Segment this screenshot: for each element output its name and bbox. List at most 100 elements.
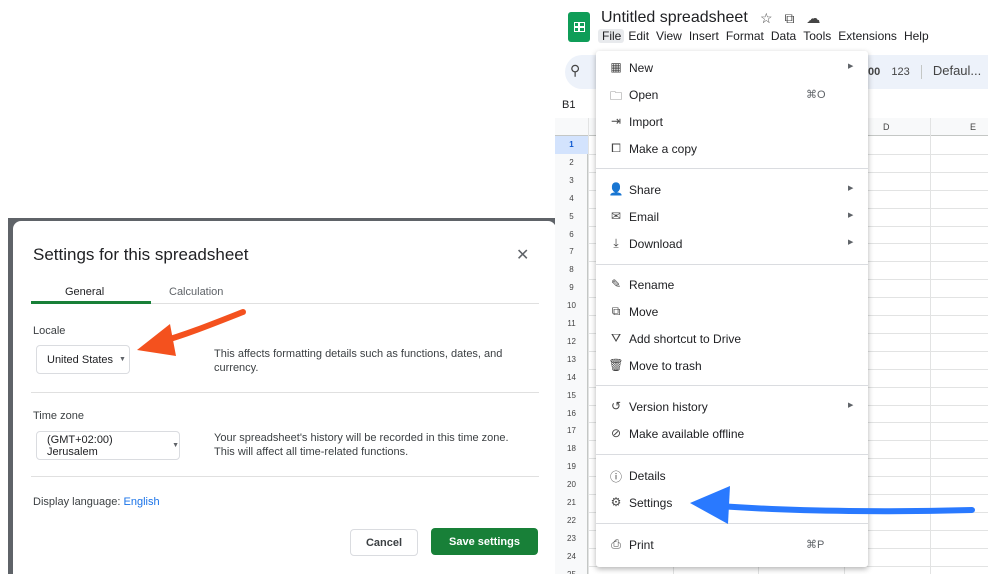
timezone-hint: Your spreadsheet's history will be recor… <box>214 432 509 458</box>
menu-item-email[interactable]: ✉ Email ▶ <box>596 203 868 229</box>
menu-item-move-to-trash[interactable]: 🗑 Move to trash <box>596 352 868 378</box>
sheets-logo[interactable] <box>568 12 590 42</box>
row-header[interactable]: 14 <box>555 369 588 387</box>
menu-insert[interactable]: Insert <box>685 29 722 43</box>
row-header[interactable]: 2 <box>555 154 588 172</box>
row-header[interactable]: 6 <box>555 226 588 244</box>
title-icons: ☆ ⧉ ☁ <box>760 10 828 27</box>
timezone-select[interactable]: (GMT+02:00) Jerusalem ▼ <box>36 431 180 460</box>
search-icon[interactable]: ⚲ <box>570 62 580 79</box>
caret-down-icon: ▼ <box>172 442 179 449</box>
menu-extensions[interactable]: Extensions <box>834 29 900 43</box>
menu-item-download[interactable]: ⤓ Download ▶ <box>596 230 868 256</box>
row-header[interactable]: 15 <box>555 387 588 405</box>
number-format-button[interactable]: 123 <box>891 66 909 78</box>
row-header[interactable]: 11 <box>555 315 588 333</box>
row-header[interactable]: 4 <box>555 190 588 208</box>
row-header[interactable]: 7 <box>555 243 588 261</box>
menu-item-label: Make available offline <box>629 427 745 441</box>
row-header[interactable]: 22 <box>555 512 588 530</box>
menu-tools[interactable]: Tools <box>799 29 834 43</box>
close-icon[interactable]: ✕ <box>516 245 529 265</box>
menu-item-make-offline[interactable]: ⊘ Make available offline <box>596 420 868 446</box>
row-header[interactable]: 18 <box>555 440 588 458</box>
menu-bar: File Edit View Insert Format Data Tools Extensi… <box>598 29 932 47</box>
document-title[interactable]: Untitled spreadsheet <box>601 9 748 27</box>
tab-general[interactable]: General <box>65 286 104 298</box>
column-header-d[interactable]: D <box>883 122 890 132</box>
menu-edit[interactable]: Edit <box>624 29 652 43</box>
menu-divider <box>596 385 868 386</box>
row-header[interactable]: 9 <box>555 279 588 297</box>
menu-item-label: Add shortcut to Drive <box>629 332 742 346</box>
menu-item-label: Download <box>629 237 683 251</box>
submenu-arrow-icon: ▶ <box>848 185 854 192</box>
row-header[interactable]: 1 <box>555 136 588 154</box>
history-icon: ↺ <box>610 399 622 413</box>
menu-item-print[interactable]: ⎙ Print ⌘P <box>596 531 868 557</box>
menu-data[interactable]: Data <box>767 29 799 43</box>
row-header[interactable]: 19 <box>555 458 588 476</box>
menu-divider <box>596 454 868 455</box>
row-header[interactable]: 10 <box>555 297 588 315</box>
menu-item-label: Rename <box>629 278 675 292</box>
email-icon: ✉ <box>610 209 622 223</box>
menu-item-new[interactable]: ▦ New ▶ <box>596 54 868 80</box>
cloud-status-icon[interactable]: ☁ <box>806 10 820 26</box>
cancel-button[interactable]: Cancel <box>350 529 418 556</box>
star-icon[interactable]: ☆ <box>760 10 773 26</box>
menu-divider <box>596 523 868 524</box>
menu-item-rename[interactable]: ✎ Rename <box>596 271 868 297</box>
caret-down-icon: ▼ <box>119 356 126 363</box>
menu-item-share[interactable]: 👤 Share ▶ <box>596 176 868 202</box>
tab-calculation[interactable]: Calculation <box>169 286 223 298</box>
row-header[interactable]: 8 <box>555 261 588 279</box>
row-header-bar: 1234567891011121314151617181920212223242… <box>555 136 588 574</box>
settings-dialog: Settings for this spreadsheet ✕ General … <box>13 221 556 574</box>
menu-item-open[interactable]: 🗀 Open ⌘O <box>596 81 868 107</box>
locale-label: Locale <box>33 325 66 337</box>
menu-file[interactable]: File <box>598 29 625 43</box>
download-icon: ⤓ <box>613 236 619 250</box>
timezone-label: Time zone <box>33 410 84 422</box>
menu-divider <box>596 168 868 169</box>
menu-format[interactable]: Format <box>722 29 767 43</box>
menu-divider <box>596 264 868 265</box>
row-header[interactable]: 25 <box>555 566 588 574</box>
menu-item-make-copy[interactable]: ⧠ Make a copy <box>596 135 868 161</box>
save-settings-button[interactable]: Save settings <box>431 528 538 555</box>
menu-item-label: Print <box>629 538 654 552</box>
menu-item-move[interactable]: ⧉ Move <box>596 298 868 324</box>
row-header[interactable]: 24 <box>555 548 588 566</box>
row-header[interactable]: 12 <box>555 333 588 351</box>
share-icon: 👤 <box>608 182 624 196</box>
row-header[interactable]: 16 <box>555 405 588 423</box>
menu-item-add-shortcut[interactable]: ⛛ Add shortcut to Drive <box>596 325 868 351</box>
row-header[interactable]: 5 <box>555 208 588 226</box>
display-language-link[interactable]: English <box>124 496 160 508</box>
row-header[interactable]: 13 <box>555 351 588 369</box>
import-icon: ⇥ <box>610 114 622 128</box>
shortcut-label: ⌘O <box>806 89 826 101</box>
menu-item-settings[interactable]: ⚙ Settings <box>596 489 868 515</box>
menu-item-version-history[interactable]: ↺ Version history ▶ <box>596 393 868 419</box>
row-header[interactable]: 3 <box>555 172 588 190</box>
move-folder-icon[interactable]: ⧉ <box>784 10 794 26</box>
row-header[interactable]: 20 <box>555 476 588 494</box>
menu-item-label: Move to trash <box>629 359 702 373</box>
font-select[interactable]: Defaul... <box>933 63 981 78</box>
menu-help[interactable]: Help <box>900 29 932 43</box>
menu-view[interactable]: View <box>652 29 685 43</box>
locale-value: United States <box>47 353 114 366</box>
divider <box>31 476 539 477</box>
locale-select[interactable]: United States ▼ <box>36 345 130 374</box>
menu-item-details[interactable]: ⓘ Details <box>596 462 868 488</box>
row-header[interactable]: 21 <box>555 494 588 512</box>
row-header[interactable]: 17 <box>555 422 588 440</box>
name-box[interactable]: B1 <box>562 99 575 111</box>
row-header[interactable]: 23 <box>555 530 588 548</box>
grid-line <box>930 118 931 574</box>
column-header-e[interactable]: E <box>970 122 976 132</box>
display-language-label: Display language: <box>33 496 121 508</box>
menu-item-import[interactable]: ⇥ Import <box>596 108 868 134</box>
